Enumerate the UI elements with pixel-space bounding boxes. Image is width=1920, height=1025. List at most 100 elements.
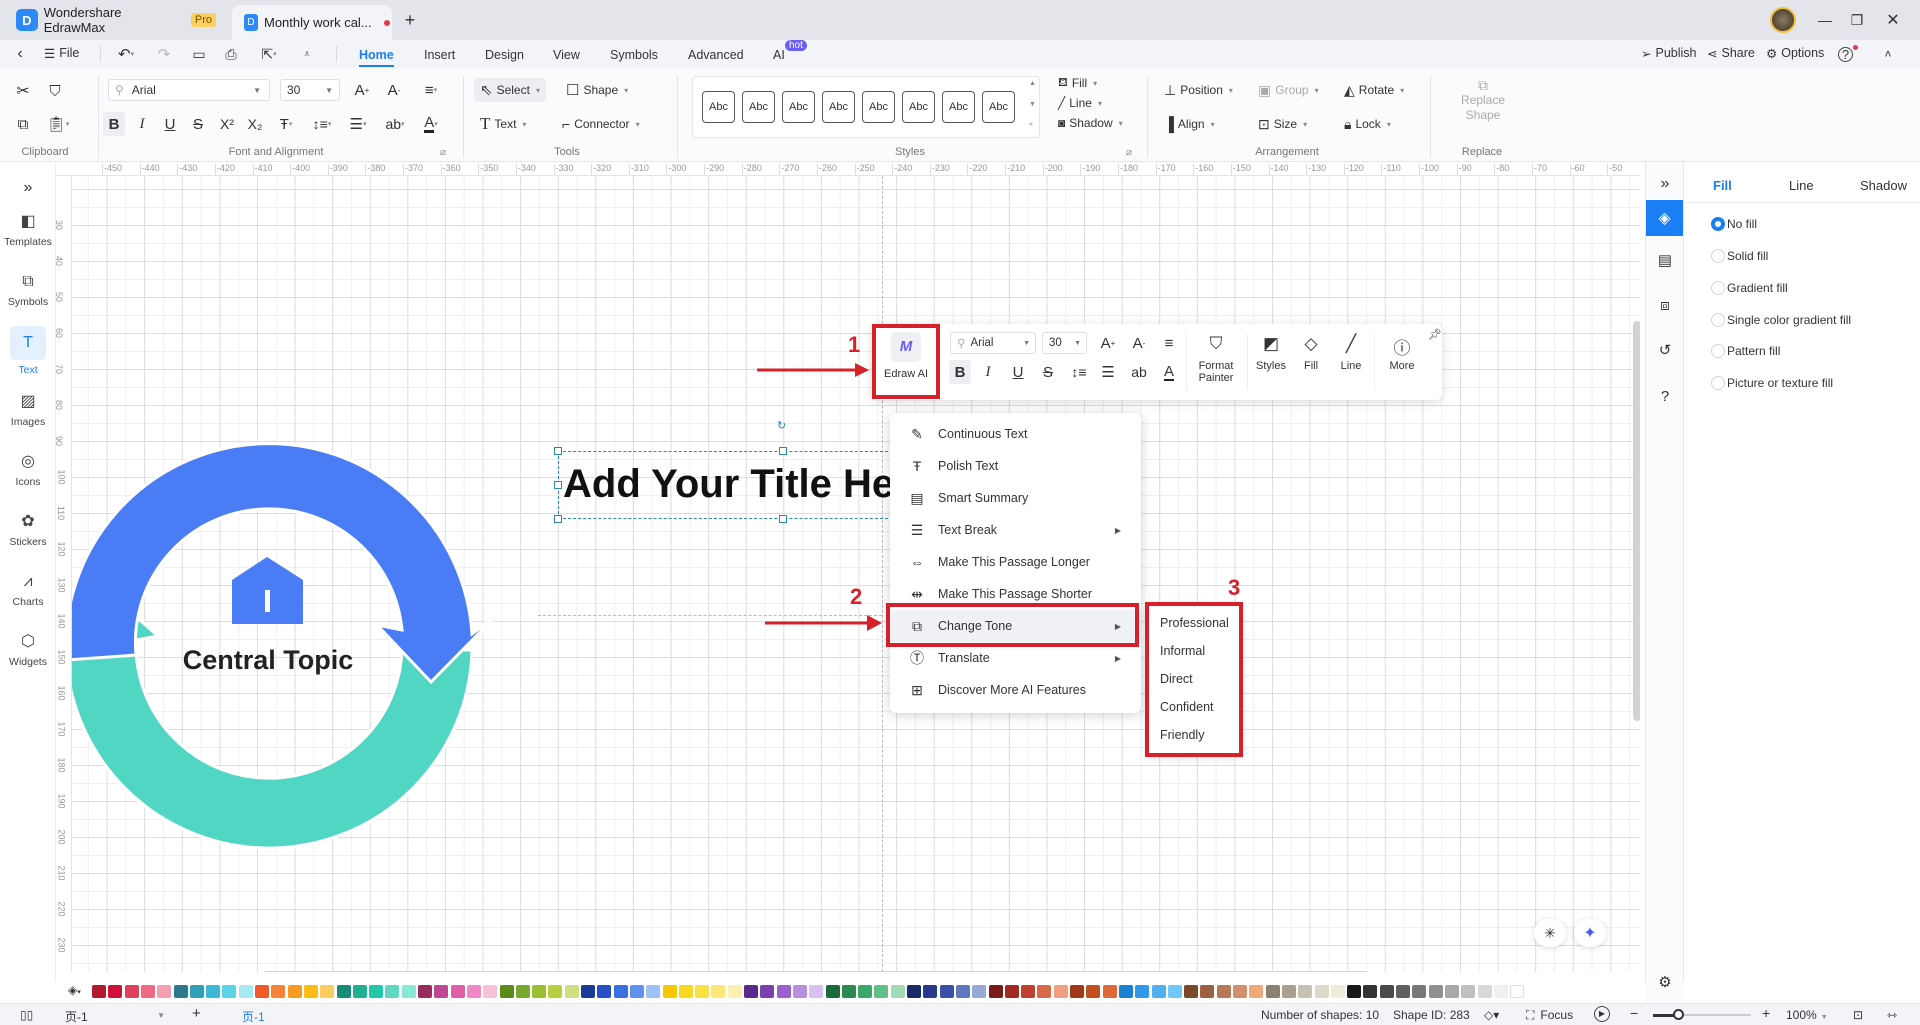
radio-single-color-gradient-fill[interactable] xyxy=(1711,313,1725,327)
options-button[interactable]: ⚙ Options xyxy=(1766,46,1824,61)
page-properties-icon[interactable]: ▤ xyxy=(1655,250,1675,270)
color-swatch[interactable] xyxy=(1330,985,1345,998)
pin-icon[interactable]: 📌︎ xyxy=(1428,328,1442,341)
italic-icon[interactable]: I xyxy=(132,112,152,136)
align-icon[interactable]: ≡ ▾ xyxy=(418,80,444,100)
color-swatch[interactable] xyxy=(1477,985,1492,998)
color-swatch[interactable] xyxy=(450,985,465,998)
text-tool[interactable]: T Text xyxy=(480,112,526,136)
color-swatch[interactable] xyxy=(1396,985,1410,998)
text-case-icon[interactable]: ab ▾ xyxy=(381,112,409,136)
tab-insert[interactable]: Insert xyxy=(424,48,455,62)
color-swatch[interactable] xyxy=(1461,985,1476,998)
fill-button[interactable]: ⛾ Fill xyxy=(1058,75,1097,91)
color-swatch[interactable] xyxy=(1379,985,1394,998)
color-swatch[interactable] xyxy=(760,985,775,998)
publish-button[interactable]: ➢ Publish xyxy=(1641,46,1696,61)
color-swatch[interactable] xyxy=(1151,985,1166,998)
new-tab-plus-icon[interactable]: + xyxy=(400,10,420,30)
increase-font-icon[interactable]: A + xyxy=(352,80,372,100)
line-spacing-icon[interactable]: ↕≡ ▾ xyxy=(308,112,336,136)
color-swatch[interactable] xyxy=(1053,985,1068,998)
underline-icon[interactable]: U xyxy=(1008,360,1028,384)
increase-font-icon[interactable]: A + xyxy=(1098,332,1118,354)
page-selector[interactable]: 页-1 ▼ xyxy=(65,1008,165,1025)
color-swatch[interactable] xyxy=(157,985,172,998)
radio-no-fill[interactable] xyxy=(1711,217,1725,231)
color-swatch[interactable] xyxy=(727,985,742,998)
radio-picture-fill[interactable] xyxy=(1711,376,1725,390)
style-swatch[interactable]: Abc xyxy=(782,91,815,123)
color-swatch[interactable] xyxy=(1118,985,1133,998)
color-swatch[interactable] xyxy=(1363,985,1378,998)
color-swatch[interactable] xyxy=(841,985,856,998)
color-swatch[interactable] xyxy=(907,985,921,998)
color-swatch[interactable] xyxy=(1314,985,1329,998)
gallery-scroll-up-icon[interactable]: ▲ xyxy=(1029,80,1036,87)
color-swatch[interactable] xyxy=(271,985,286,998)
fit-width-icon[interactable]: ⇿ xyxy=(1887,1008,1897,1022)
quick-access-more-icon[interactable]: ⩡ xyxy=(298,44,316,64)
color-swatch[interactable] xyxy=(564,985,579,998)
color-swatch[interactable] xyxy=(434,985,449,998)
color-swatch[interactable] xyxy=(189,985,204,998)
horizontal-scrollbar[interactable] xyxy=(263,971,1369,972)
color-swatch[interactable] xyxy=(515,985,530,998)
color-swatch[interactable] xyxy=(809,985,824,998)
line-spacing-icon[interactable]: ↕≡ xyxy=(1068,360,1090,384)
color-swatch[interactable] xyxy=(499,985,514,998)
focus-button[interactable]: ⛶ Focus xyxy=(1526,1008,1573,1023)
fill-panel-icon[interactable]: ◈ xyxy=(1646,200,1683,236)
tab-view[interactable]: View xyxy=(553,48,580,62)
fill-color-picker-icon[interactable]: ◈▾ xyxy=(68,983,81,997)
bullet-list-icon[interactable]: ☰ xyxy=(1098,360,1118,384)
group-button[interactable]: ▣ Group xyxy=(1258,78,1319,102)
color-swatch[interactable] xyxy=(629,985,644,998)
font-family-select[interactable]: ⚲ Arial ▼ xyxy=(950,332,1036,354)
paste-icon[interactable]: 📋︎ ▾ xyxy=(44,113,72,135)
connector-tool[interactable]: ⌐ Connector xyxy=(562,112,640,136)
document-tab[interactable]: D Monthly work cal... xyxy=(232,5,392,40)
style-swatch[interactable]: Abc xyxy=(942,91,975,123)
color-swatch[interactable] xyxy=(173,985,188,998)
menu-item-polish-text[interactable]: Ŧ Polish Text xyxy=(890,450,1141,482)
sidebar-item-templates[interactable]: ◧ Templates xyxy=(0,206,56,258)
zoom-in-icon[interactable]: + xyxy=(1762,1005,1770,1021)
color-swatch[interactable] xyxy=(320,985,335,998)
color-swatch[interactable] xyxy=(1135,985,1150,998)
minimize-icon[interactable]: — xyxy=(1815,10,1835,30)
styles-button[interactable]: ◩ Styles xyxy=(1252,334,1290,372)
sidebar-item-symbols[interactable]: ⧉ Symbols xyxy=(0,266,56,318)
ai-sparkle-button[interactable]: ✳ xyxy=(1534,919,1566,947)
color-swatch[interactable] xyxy=(776,985,791,998)
menu-item-make-longer[interactable]: ⇔ Make This Passage Longer xyxy=(890,546,1141,578)
size-button[interactable]: ⊡ Size xyxy=(1258,112,1307,136)
help-icon[interactable]: ? xyxy=(1838,47,1853,62)
color-swatch[interactable] xyxy=(1070,985,1084,998)
color-swatch[interactable] xyxy=(369,985,384,998)
text-case-icon[interactable]: ab xyxy=(1129,360,1149,384)
color-swatch[interactable] xyxy=(581,985,595,998)
sidebar-item-widgets[interactable]: ⬡ Widgets xyxy=(0,626,56,678)
page-tab[interactable]: 页-1 xyxy=(242,1008,265,1025)
tab-ai[interactable]: AI xyxy=(773,48,785,62)
line-button[interactable]: ╱ Line xyxy=(1058,95,1102,111)
superscript-icon[interactable]: X² xyxy=(216,112,238,136)
menu-item-text-break[interactable]: ☰ Text Break ▶ xyxy=(890,514,1141,546)
radio-gradient-fill[interactable] xyxy=(1711,281,1725,295)
share-button[interactable]: ⋖ Share xyxy=(1707,46,1755,61)
zoom-slider-knob[interactable] xyxy=(1673,1009,1684,1020)
color-swatch[interactable] xyxy=(222,985,237,998)
font-size-select[interactable]: 30 ▼ xyxy=(1042,332,1087,354)
play-icon[interactable]: ▶ xyxy=(1594,1006,1610,1022)
add-page-icon[interactable]: + xyxy=(192,1005,201,1022)
color-swatch[interactable] xyxy=(1021,985,1036,998)
color-swatch[interactable] xyxy=(1184,985,1199,998)
gallery-expand-icon[interactable]: ⩡ xyxy=(1029,121,1033,129)
print-icon[interactable]: ⎙ xyxy=(221,44,241,64)
color-swatch[interactable] xyxy=(1004,985,1019,998)
tab-line[interactable]: Line xyxy=(1789,178,1814,193)
copy-icon[interactable]: ⧉ xyxy=(12,113,34,135)
font-dialog-launcher-icon[interactable]: ⧄ xyxy=(437,146,449,158)
color-swatch[interactable] xyxy=(352,985,367,998)
